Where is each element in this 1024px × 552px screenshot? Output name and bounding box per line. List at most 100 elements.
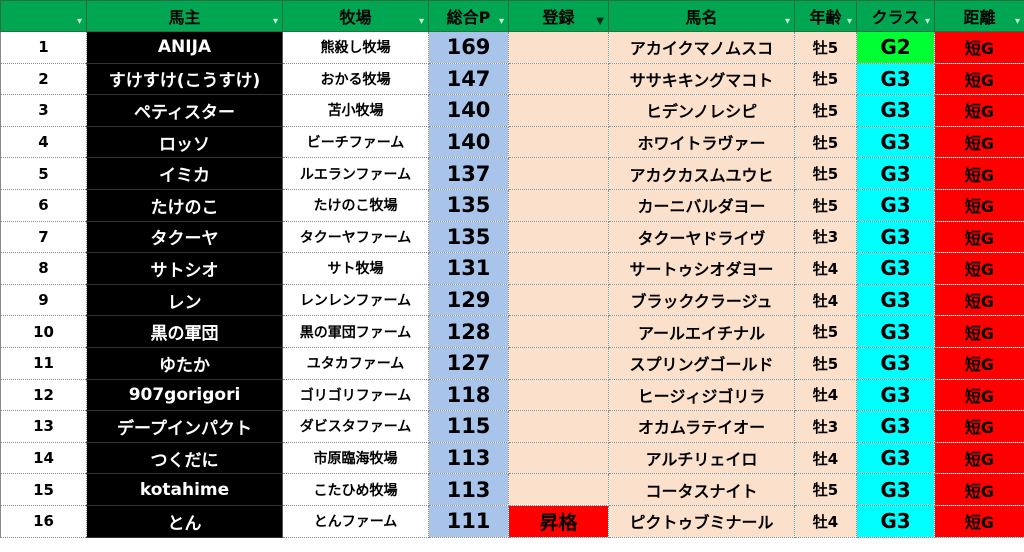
cell-class[interactable]: G3 bbox=[856, 379, 935, 412]
cell-class[interactable]: G3 bbox=[856, 157, 935, 190]
cell-registration[interactable] bbox=[508, 221, 609, 254]
cell-farm[interactable]: ゴリゴリファーム bbox=[282, 379, 429, 412]
cell-class[interactable]: G3 bbox=[856, 284, 935, 317]
cell-total-points[interactable]: 169 bbox=[428, 31, 509, 64]
cell-owner[interactable]: たけのこ bbox=[86, 189, 283, 222]
cell-class[interactable]: G3 bbox=[856, 63, 935, 96]
cell-total-points[interactable]: 115 bbox=[428, 410, 509, 443]
cell-rank[interactable]: 6 bbox=[0, 189, 87, 222]
cell-rank[interactable]: 8 bbox=[0, 252, 87, 285]
column-header-owner[interactable]: 馬主 ▾ bbox=[86, 0, 283, 32]
cell-total-points[interactable]: 118 bbox=[428, 379, 509, 412]
cell-rank[interactable]: 5 bbox=[0, 157, 87, 190]
cell-total-points[interactable]: 140 bbox=[428, 94, 509, 127]
cell-horse-name[interactable]: オカムラテイオー bbox=[608, 410, 795, 443]
cell-registration[interactable] bbox=[508, 284, 609, 317]
cell-class[interactable]: G3 bbox=[856, 410, 935, 443]
cell-owner[interactable]: イミカ bbox=[86, 157, 283, 190]
cell-distance[interactable]: 短G bbox=[934, 157, 1024, 190]
cell-farm[interactable]: 苫小牧場 bbox=[282, 94, 429, 127]
cell-horse-name[interactable]: ピクトゥブミナール bbox=[608, 505, 795, 538]
cell-farm[interactable]: ルエランファーム bbox=[282, 157, 429, 190]
cell-horse-name[interactable]: アカイクマノムスコ bbox=[608, 31, 795, 64]
cell-distance[interactable]: 短G bbox=[934, 221, 1024, 254]
cell-owner[interactable]: レン bbox=[86, 284, 283, 317]
cell-horse-name[interactable]: アカクカスムユウヒ bbox=[608, 157, 795, 190]
cell-rank[interactable]: 13 bbox=[0, 410, 87, 443]
cell-owner[interactable]: 907gorigori bbox=[86, 379, 283, 412]
cell-owner[interactable]: つくだに bbox=[86, 442, 283, 475]
cell-horse-name[interactable]: ヒデンノレシピ bbox=[608, 94, 795, 127]
cell-horse-name[interactable]: サートゥシオダヨー bbox=[608, 252, 795, 285]
cell-horse-name[interactable]: カーニバルダヨー bbox=[608, 189, 795, 222]
cell-distance[interactable]: 短G bbox=[934, 126, 1024, 159]
cell-total-points[interactable]: 131 bbox=[428, 252, 509, 285]
cell-distance[interactable]: 短G bbox=[934, 315, 1024, 348]
cell-farm[interactable]: とんファーム bbox=[282, 505, 429, 538]
cell-owner[interactable]: すけすけ(こうすけ) bbox=[86, 63, 283, 96]
cell-horse-name[interactable]: ヒージィジゴリラ bbox=[608, 379, 795, 412]
column-header-class[interactable]: クラス ▾ bbox=[856, 0, 935, 32]
cell-registration[interactable] bbox=[508, 442, 609, 475]
cell-registration[interactable]: 昇格 bbox=[508, 505, 609, 538]
cell-rank[interactable]: 2 bbox=[0, 63, 87, 96]
filter-dropdown-icon[interactable]: ▾ bbox=[925, 16, 930, 27]
cell-rank[interactable]: 14 bbox=[0, 442, 87, 475]
cell-class[interactable]: G3 bbox=[856, 94, 935, 127]
cell-age[interactable]: 牡5 bbox=[794, 157, 857, 190]
cell-horse-name[interactable]: コータスナイト bbox=[608, 473, 795, 506]
cell-rank[interactable]: 15 bbox=[0, 473, 87, 506]
cell-registration[interactable] bbox=[508, 410, 609, 443]
cell-distance[interactable]: 短G bbox=[934, 252, 1024, 285]
cell-total-points[interactable]: 128 bbox=[428, 315, 509, 348]
cell-farm[interactable]: タクーヤファーム bbox=[282, 221, 429, 254]
cell-age[interactable]: 牡5 bbox=[794, 94, 857, 127]
cell-age[interactable]: 牡5 bbox=[794, 315, 857, 348]
cell-registration[interactable] bbox=[508, 252, 609, 285]
cell-farm[interactable]: サト牧場 bbox=[282, 252, 429, 285]
cell-age[interactable]: 牡3 bbox=[794, 221, 857, 254]
cell-horse-name[interactable]: アルチリェイロ bbox=[608, 442, 795, 475]
cell-farm[interactable]: 黒の軍団ファーム bbox=[282, 315, 429, 348]
cell-registration[interactable] bbox=[508, 94, 609, 127]
cell-total-points[interactable]: 135 bbox=[428, 189, 509, 222]
cell-distance[interactable]: 短G bbox=[934, 442, 1024, 475]
cell-age[interactable]: 牡4 bbox=[794, 252, 857, 285]
cell-total-points[interactable]: 137 bbox=[428, 157, 509, 190]
cell-horse-name[interactable]: ササキキングマコト bbox=[608, 63, 795, 96]
cell-total-points[interactable]: 129 bbox=[428, 284, 509, 317]
cell-total-points[interactable]: 113 bbox=[428, 442, 509, 475]
cell-rank[interactable]: 12 bbox=[0, 379, 87, 412]
cell-age[interactable]: 牡5 bbox=[794, 189, 857, 222]
cell-distance[interactable]: 短G bbox=[934, 284, 1024, 317]
filter-dropdown-icon[interactable]: ▾ bbox=[419, 16, 424, 27]
cell-distance[interactable]: 短G bbox=[934, 31, 1024, 64]
cell-class[interactable]: G3 bbox=[856, 189, 935, 222]
cell-distance[interactable]: 短G bbox=[934, 347, 1024, 380]
cell-age[interactable]: 牡5 bbox=[794, 347, 857, 380]
cell-registration[interactable] bbox=[508, 347, 609, 380]
cell-owner[interactable]: ANIJA bbox=[86, 31, 283, 64]
cell-distance[interactable]: 短G bbox=[934, 63, 1024, 96]
column-header-points[interactable]: 総合P ▾ bbox=[428, 0, 509, 32]
cell-age[interactable]: 牡4 bbox=[794, 379, 857, 412]
cell-total-points[interactable]: 127 bbox=[428, 347, 509, 380]
filter-dropdown-icon[interactable]: ▾ bbox=[785, 16, 790, 27]
cell-horse-name[interactable]: タクーヤドライヴ bbox=[608, 221, 795, 254]
column-header-reg[interactable]: 登録 ▼ bbox=[508, 0, 609, 32]
cell-class[interactable]: G2 bbox=[856, 31, 935, 64]
cell-rank[interactable]: 4 bbox=[0, 126, 87, 159]
cell-total-points[interactable]: 113 bbox=[428, 473, 509, 506]
filter-dropdown-icon[interactable]: ▾ bbox=[1015, 16, 1020, 27]
cell-owner[interactable]: デープインパクト bbox=[86, 410, 283, 443]
cell-age[interactable]: 牡5 bbox=[794, 126, 857, 159]
cell-farm[interactable]: 熊殺し牧場 bbox=[282, 31, 429, 64]
cell-total-points[interactable]: 140 bbox=[428, 126, 509, 159]
cell-distance[interactable]: 短G bbox=[934, 473, 1024, 506]
column-header-farm[interactable]: 牧場 ▾ bbox=[282, 0, 429, 32]
cell-rank[interactable]: 9 bbox=[0, 284, 87, 317]
filter-dropdown-icon[interactable]: ▾ bbox=[273, 16, 278, 27]
cell-registration[interactable] bbox=[508, 473, 609, 506]
cell-rank[interactable]: 7 bbox=[0, 221, 87, 254]
cell-owner[interactable]: kotahime bbox=[86, 473, 283, 506]
